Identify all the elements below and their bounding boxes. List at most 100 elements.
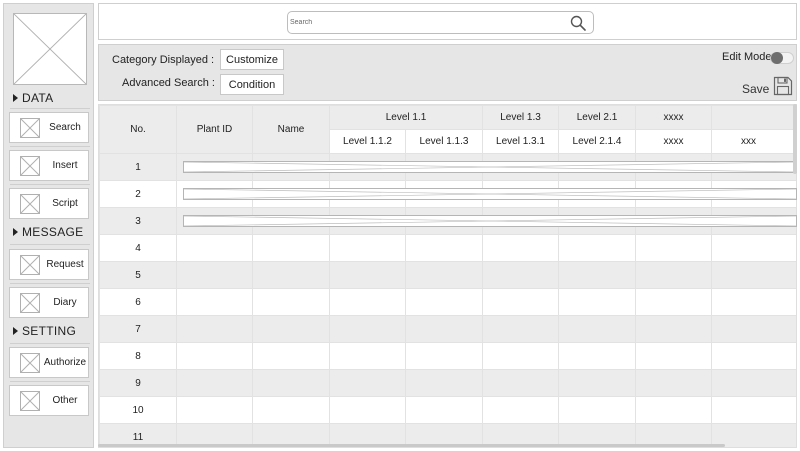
nav-script-label: Script xyxy=(52,198,78,209)
table-row[interactable]: 4 xyxy=(99,234,796,262)
table-cell[interactable] xyxy=(329,369,406,397)
table-cell[interactable] xyxy=(482,315,559,343)
table-row[interactable]: 8 xyxy=(99,342,796,370)
table-cell[interactable] xyxy=(176,315,253,343)
search-box[interactable] xyxy=(287,11,594,34)
nav-script-button[interactable]: Script xyxy=(9,188,89,219)
table-cell[interactable] xyxy=(482,234,559,262)
column-header-no[interactable]: No. xyxy=(99,105,177,154)
table-cell[interactable] xyxy=(635,288,712,316)
table-cell[interactable] xyxy=(176,342,253,370)
table-cell[interactable] xyxy=(482,288,559,316)
table-cell[interactable] xyxy=(635,369,712,397)
column-group-level-1-3[interactable]: Level 1.3 xyxy=(482,105,559,130)
nav-insert-button[interactable]: Insert xyxy=(9,150,89,181)
column-header-level-1-3-1[interactable]: Level 1.3.1 xyxy=(482,129,559,154)
table-cell[interactable] xyxy=(405,369,483,397)
column-header-level-2-1-4[interactable]: Level 2.1.4 xyxy=(558,129,636,154)
section-message-header[interactable]: MESSAGE xyxy=(13,225,83,239)
table-cell[interactable] xyxy=(252,288,330,316)
table-cell[interactable] xyxy=(558,342,636,370)
table-cell[interactable] xyxy=(176,369,253,397)
data-table-container[interactable]: No. Plant ID Name Level 1.1 Level 1.3 Le… xyxy=(98,104,797,448)
table-cell[interactable] xyxy=(405,234,483,262)
vertical-scrollbar[interactable] xyxy=(793,104,797,174)
save-label[interactable]: Save xyxy=(742,82,769,96)
table-cell[interactable] xyxy=(176,261,253,289)
table-row[interactable]: 9 xyxy=(99,369,796,397)
table-cell[interactable] xyxy=(329,342,406,370)
search-icon[interactable] xyxy=(570,15,586,31)
table-cell[interactable] xyxy=(405,261,483,289)
table-cell[interactable] xyxy=(558,261,636,289)
table-cell[interactable] xyxy=(405,342,483,370)
table-cell[interactable] xyxy=(329,288,406,316)
column-header-xxx[interactable]: xxx xyxy=(711,129,796,154)
column-header-level-1-1-2[interactable]: Level 1.1.2 xyxy=(329,129,406,154)
table-row[interactable]: 10 xyxy=(99,396,796,424)
column-header-plant-id[interactable]: Plant ID xyxy=(176,105,253,154)
table-cell[interactable] xyxy=(558,315,636,343)
column-group-xxx[interactable]: xxx xyxy=(711,105,796,130)
table-cell[interactable] xyxy=(711,288,796,316)
customize-button[interactable]: Customize xyxy=(220,49,284,70)
table-row[interactable]: 6 xyxy=(99,288,796,316)
section-data-header[interactable]: DATA xyxy=(13,91,53,105)
table-cell[interactable] xyxy=(176,396,253,424)
table-cell[interactable] xyxy=(176,288,253,316)
column-group-xxxx[interactable]: xxxx xyxy=(635,105,712,130)
save-icon[interactable] xyxy=(773,76,793,96)
table-cell[interactable] xyxy=(405,288,483,316)
nav-other-button[interactable]: Other xyxy=(9,385,89,416)
table-cell[interactable] xyxy=(711,369,796,397)
table-cell[interactable] xyxy=(711,315,796,343)
table-cell[interactable] xyxy=(252,315,330,343)
table-cell[interactable] xyxy=(329,315,406,343)
table-row[interactable]: 5 xyxy=(99,261,796,289)
table-cell[interactable] xyxy=(252,369,330,397)
table-cell[interactable] xyxy=(252,396,330,424)
nav-search-button[interactable]: Search xyxy=(9,112,89,143)
table-cell[interactable] xyxy=(635,315,712,343)
nav-request-button[interactable]: Request xyxy=(9,249,89,280)
table-cell[interactable] xyxy=(711,342,796,370)
table-cell[interactable] xyxy=(405,396,483,424)
divider xyxy=(10,244,90,245)
table-cell[interactable] xyxy=(635,396,712,424)
table-cell[interactable] xyxy=(711,261,796,289)
table-cell[interactable] xyxy=(329,261,406,289)
table-cell[interactable] xyxy=(711,234,796,262)
table-cell[interactable] xyxy=(635,261,712,289)
table-cell[interactable] xyxy=(482,261,559,289)
nav-authorize-button[interactable]: Authorize xyxy=(9,347,89,378)
search-input[interactable] xyxy=(290,14,560,31)
table-cell[interactable] xyxy=(329,396,406,424)
column-group-level-2-1[interactable]: Level 2.1 xyxy=(558,105,636,130)
nav-diary-button[interactable]: Diary xyxy=(9,287,89,318)
table-cell[interactable] xyxy=(405,315,483,343)
table-cell[interactable] xyxy=(711,396,796,424)
table-cell[interactable] xyxy=(635,342,712,370)
table-cell[interactable] xyxy=(252,261,330,289)
table-cell[interactable] xyxy=(558,396,636,424)
column-header-xxxx[interactable]: xxxx xyxy=(635,129,712,154)
condition-button[interactable]: Condition xyxy=(220,74,284,95)
table-cell[interactable] xyxy=(558,369,636,397)
table-cell[interactable] xyxy=(252,234,330,262)
table-row[interactable]: 7 xyxy=(99,315,796,343)
table-cell[interactable] xyxy=(482,369,559,397)
edit-mode-toggle[interactable] xyxy=(770,52,794,64)
table-cell[interactable] xyxy=(635,234,712,262)
column-header-name[interactable]: Name xyxy=(252,105,330,154)
table-cell[interactable] xyxy=(176,234,253,262)
section-setting-header[interactable]: SETTING xyxy=(13,324,76,338)
horizontal-scrollbar[interactable] xyxy=(98,444,725,447)
table-cell[interactable] xyxy=(558,288,636,316)
table-cell[interactable] xyxy=(329,234,406,262)
table-cell[interactable] xyxy=(482,396,559,424)
table-cell[interactable] xyxy=(558,234,636,262)
column-group-level-1-1[interactable]: Level 1.1 xyxy=(329,105,483,130)
table-cell[interactable] xyxy=(252,342,330,370)
column-header-level-1-1-3[interactable]: Level 1.1.3 xyxy=(405,129,483,154)
table-cell[interactable] xyxy=(482,342,559,370)
